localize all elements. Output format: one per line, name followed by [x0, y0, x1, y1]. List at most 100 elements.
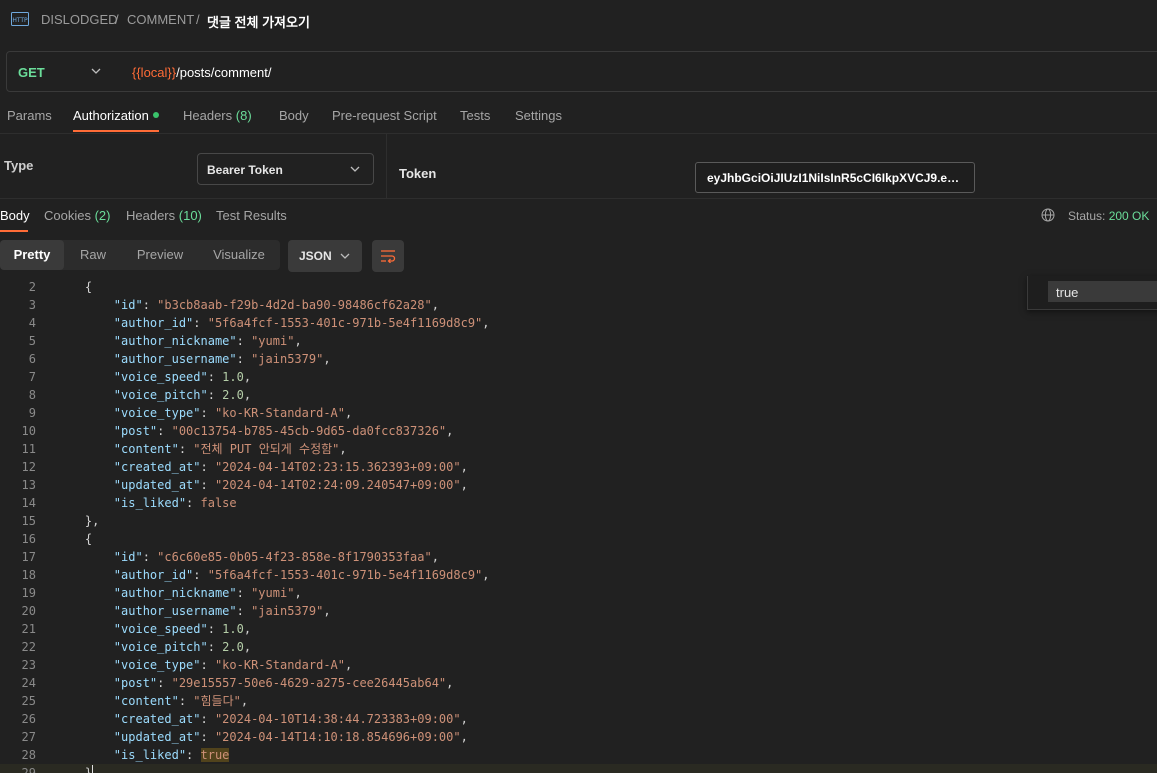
code-line: 8 "voice_pitch": 2.0, — [0, 386, 1157, 404]
autocomplete-item[interactable]: true — [1048, 281, 1157, 302]
svg-text:HTTP: HTTP — [12, 17, 28, 24]
json-bracket: { — [56, 280, 93, 294]
code-text: "id": "c6c60e85-0b05-4f23-858e-8f1790353… — [56, 548, 439, 566]
line-number: 17 — [21, 550, 36, 564]
tab-pre-request-script[interactable]: Pre-request Script — [332, 108, 437, 123]
json-comma: , — [460, 730, 468, 744]
view-visualize-button[interactable]: Visualize — [198, 240, 280, 270]
url-input[interactable]: {{local}}/posts/comment/ — [132, 65, 271, 80]
breadcrumb-collection[interactable]: DISLODGED — [41, 12, 118, 27]
tab-response-headers[interactable]: Headers (10) — [126, 208, 202, 223]
code-line: 2 { — [0, 278, 1157, 296]
globe-icon[interactable] — [1041, 208, 1055, 222]
code-line: 22 "voice_pitch": 2.0, — [0, 638, 1157, 656]
code-line: 19 "author_nickname": "yumi", — [0, 584, 1157, 602]
code-line: 4 "author_id": "5f6a4fcf-1553-401c-971b-… — [0, 314, 1157, 332]
tab-params[interactable]: Params — [7, 108, 52, 123]
code-line: 7 "voice_speed": 1.0, — [0, 368, 1157, 386]
json-string: "2024-04-14T02:23:15.362393+09:00" — [214, 460, 461, 474]
code-text: "author_id": "5f6a4fcf-1553-401c-971b-5e… — [56, 314, 490, 332]
url-variable: {{local}} — [132, 65, 177, 80]
json-colon: : — [142, 550, 158, 564]
breadcrumb-folder[interactable]: COMMENT — [127, 12, 194, 27]
view-mode-group: Pretty Raw Preview Visualize — [0, 240, 280, 270]
response-status[interactable]: Status: 200 OK — [1068, 209, 1149, 223]
method-select[interactable]: GET — [7, 52, 119, 91]
tab-headers[interactable]: Headers (8) — [183, 108, 252, 123]
tab-response-body[interactable]: Body — [0, 208, 30, 223]
view-raw-button[interactable]: Raw — [64, 240, 122, 270]
tab-tests[interactable]: Tests — [460, 108, 490, 123]
json-string: "5f6a4fcf-1553-401c-971b-5e4f1169d8c9" — [207, 568, 483, 582]
wrap-lines-button[interactable] — [372, 240, 404, 272]
url-bar: GET {{local}}/posts/comment/ — [6, 51, 1157, 92]
tab-test-results[interactable]: Test Results — [216, 208, 287, 223]
code-text: "updated_at": "2024-04-14T02:24:09.24054… — [56, 476, 468, 494]
json-bracket: }, — [56, 514, 100, 528]
auth-type-select[interactable]: Bearer Token — [197, 153, 374, 185]
autocomplete-popup: true — [1027, 276, 1157, 310]
code-text: "voice_type": "ko-KR-Standard-A", — [56, 404, 352, 422]
json-key: "is_liked" — [113, 496, 187, 510]
json-comma: , — [243, 370, 252, 384]
json-string: "5f6a4fcf-1553-401c-971b-5e4f1169d8c9" — [207, 316, 483, 330]
code-line: 18 "author_id": "5f6a4fcf-1553-401c-971b… — [0, 566, 1157, 584]
divider — [386, 134, 387, 198]
json-string: "29e15557-50e6-4629-a275-cee26445ab64" — [171, 676, 447, 690]
tab-authorization[interactable]: Authorization — [73, 108, 159, 123]
tab-body[interactable]: Body — [279, 108, 309, 123]
token-input[interactable]: eyJhbGciOiJIUzI1NiIsInR5cCI6IkpXVCJ9.eyJ… — [695, 162, 975, 193]
json-string: "yumi" — [251, 586, 295, 600]
line-number: 18 — [21, 568, 36, 582]
breadcrumb-separator: / — [196, 12, 200, 27]
json-boolean: false — [200, 496, 237, 510]
chevron-down-icon — [340, 253, 350, 259]
code-text: "author_id": "5f6a4fcf-1553-401c-971b-5e… — [56, 566, 490, 584]
json-comma: , — [446, 676, 454, 690]
json-string: "2024-04-14T02:24:09.240547+09:00" — [214, 478, 461, 492]
token-label: Token — [399, 166, 437, 181]
view-pretty-button[interactable]: Pretty — [0, 240, 64, 270]
active-tab-indicator — [0, 230, 28, 232]
auth-type-label: Type — [4, 158, 34, 173]
line-number: 2 — [28, 280, 36, 294]
format-select[interactable]: JSON — [288, 240, 362, 272]
tab-cookies-label: Cookies — [44, 208, 91, 223]
json-string: "2024-04-14T14:10:18.854696+09:00" — [214, 730, 461, 744]
code-line: 24 "post": "29e15557-50e6-4629-a275-cee2… — [0, 674, 1157, 692]
status-value: 200 OK — [1108, 209, 1150, 223]
code-text: { — [56, 530, 92, 548]
line-number: 27 — [21, 730, 36, 744]
autocomplete-item-label: true — [1056, 285, 1079, 300]
json-comma: , — [294, 586, 302, 600]
json-bracket: { — [56, 532, 93, 546]
tab-settings[interactable]: Settings — [515, 108, 562, 123]
json-comma: , — [345, 658, 353, 672]
json-key: "author_id" — [113, 568, 194, 582]
json-colon: : — [200, 658, 215, 672]
json-string: "00c13754-b785-45cb-9d65-da0fcc837326" — [171, 424, 447, 438]
tab-cookies[interactable]: Cookies (2) — [44, 208, 110, 223]
json-key: "author_username" — [113, 352, 237, 366]
json-key: "post" — [113, 676, 158, 690]
line-number: 9 — [28, 406, 36, 420]
code-text: "voice_type": "ko-KR-Standard-A", — [56, 656, 352, 674]
breadcrumb-request-name[interactable]: 댓글 전체 가져오기 — [207, 12, 310, 31]
code-text: "is_liked": false — [56, 494, 237, 512]
json-number: 1.0 — [222, 622, 244, 636]
code-text: "is_liked": true — [56, 746, 230, 764]
response-body-code[interactable]: 2 {3 "id": "b3cb8aab-f29b-4d2d-ba90-9848… — [0, 276, 1157, 773]
line-number: 14 — [21, 496, 36, 510]
json-key: "voice_type" — [113, 406, 201, 420]
code-line: 17 "id": "c6c60e85-0b05-4f23-858e-8f1790… — [0, 548, 1157, 566]
view-preview-button[interactable]: Preview — [122, 240, 198, 270]
json-comma: , — [446, 424, 454, 438]
code-line: 5 "author_nickname": "yumi", — [0, 332, 1157, 350]
code-text: "voice_speed": 1.0, — [56, 368, 251, 386]
